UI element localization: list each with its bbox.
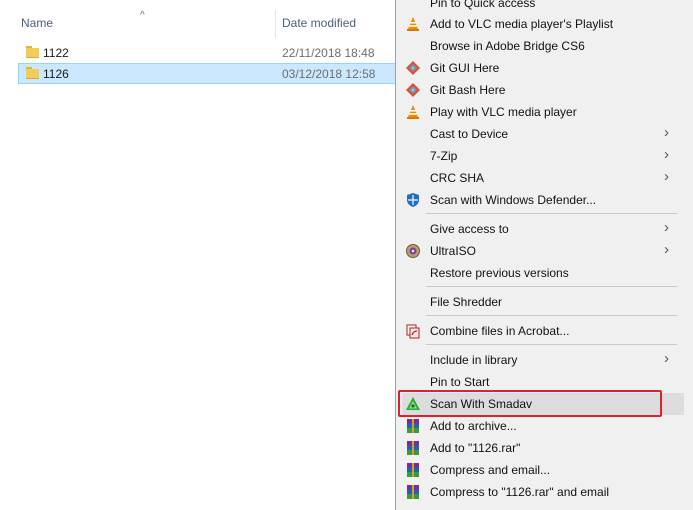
menu-item-pin-quick-access[interactable]: Pin to Quick access [396,0,693,14]
menu-item-label: Cast to Device [430,127,509,141]
menu-item-add-to-archive[interactable]: Add to archive... [396,415,693,437]
vlc-cone-icon [405,104,421,120]
menu-item-windows-defender[interactable]: Scan with Windows Defender... [396,189,693,211]
menu-item-label: Add to "1126.rar" [430,441,521,455]
chevron-right-icon: › [664,350,669,367]
file-date: 22/11/2018 18:48 [282,46,375,60]
chevron-right-icon: › [664,124,669,141]
menu-separator [426,315,677,316]
menu-item-add-vlc-playlist[interactable]: Add to VLC media player's Playlist [396,13,693,35]
chevron-right-icon: › [664,241,669,258]
menu-item-label: Browse in Adobe Bridge CS6 [430,39,585,53]
menu-item-label: Git Bash Here [430,83,506,97]
menu-item-label: Add to VLC media player's Playlist [430,17,614,31]
menu-item-git-gui[interactable]: Git GUI Here [396,57,693,79]
menu-item-label: File Shredder [430,295,503,309]
menu-item-include-library[interactable]: Include in library › [396,349,693,371]
menu-item-add-to-rar[interactable]: Add to "1126.rar" [396,437,693,459]
chevron-right-icon: › [664,146,669,163]
menu-item-label: Git GUI Here [430,61,500,75]
menu-item-label: Compress and email... [430,463,551,477]
winrar-icon [405,418,421,434]
context-menu: Pin to Quick access Add to VLC media pla… [395,0,693,510]
file-date: 03/12/2018 12:58 [282,67,376,81]
menu-item-cast-to-device[interactable]: Cast to Device › [396,123,693,145]
file-row-1126[interactable]: 1126 03/12/2018 12:58 [18,63,418,84]
menu-item-label: 7-Zip [430,149,458,163]
menu-item-crc-sha[interactable]: CRC SHA › [396,167,693,189]
column-name-header[interactable]: Name [21,16,53,30]
menu-item-file-shredder[interactable]: File Shredder [396,291,693,313]
menu-item-compress-rar-email[interactable]: Compress to "1126.rar" and email [396,481,693,503]
menu-item-compress-email[interactable]: Compress and email... [396,459,693,481]
column-divider[interactable] [275,10,276,38]
git-icon [405,82,421,98]
acrobat-icon [405,323,421,339]
git-icon [405,60,421,76]
menu-item-label: Include in library [430,353,518,367]
chevron-right-icon: › [664,219,669,236]
chevron-right-icon: › [664,168,669,185]
file-name: 1122 [43,46,69,60]
menu-item-label: Restore previous versions [430,266,569,280]
winrar-icon [405,462,421,478]
vlc-cone-icon [405,16,421,32]
menu-item-7zip[interactable]: 7-Zip › [396,145,693,167]
menu-separator [426,344,677,345]
winrar-icon [405,440,421,456]
ultraiso-disc-icon [405,243,421,259]
menu-item-adobe-bridge[interactable]: Browse in Adobe Bridge CS6 [396,35,693,57]
menu-item-restore-previous-versions[interactable]: Restore previous versions [396,262,693,284]
menu-item-label: Scan with Windows Defender... [430,193,597,207]
highlight-annotation-box [398,390,662,417]
file-name: 1126 [43,67,69,81]
file-row-1122[interactable]: 1122 22/11/2018 18:48 [18,42,418,63]
menu-item-label: Play with VLC media player [430,105,577,119]
menu-item-label: Pin to Start [430,375,490,389]
menu-separator [426,213,677,214]
column-date-modified-header[interactable]: Date modified [282,16,356,30]
menu-item-label: Combine files in Acrobat... [430,324,570,338]
menu-item-play-vlc[interactable]: Play with VLC media player [396,101,693,123]
sort-ascending-icon: ^ [140,10,145,21]
menu-item-label: Add to archive... [430,419,517,433]
folder-icon [26,46,39,58]
menu-item-label: Compress to "1126.rar" and email [430,485,610,499]
menu-item-label: CRC SHA [430,171,485,185]
menu-item-label: UltraISO [430,244,477,258]
winrar-icon [405,484,421,500]
menu-item-label: Give access to [430,222,509,236]
menu-item-give-access[interactable]: Give access to › [396,218,693,240]
menu-item-combine-acrobat[interactable]: Combine files in Acrobat... [396,320,693,342]
menu-item-git-bash[interactable]: Git Bash Here [396,79,693,101]
folder-icon [26,67,39,79]
menu-separator [426,286,677,287]
defender-shield-icon [405,192,421,208]
menu-item-label: Pin to Quick access [430,0,536,10]
menu-item-ultraiso[interactable]: UltraISO › [396,240,693,262]
